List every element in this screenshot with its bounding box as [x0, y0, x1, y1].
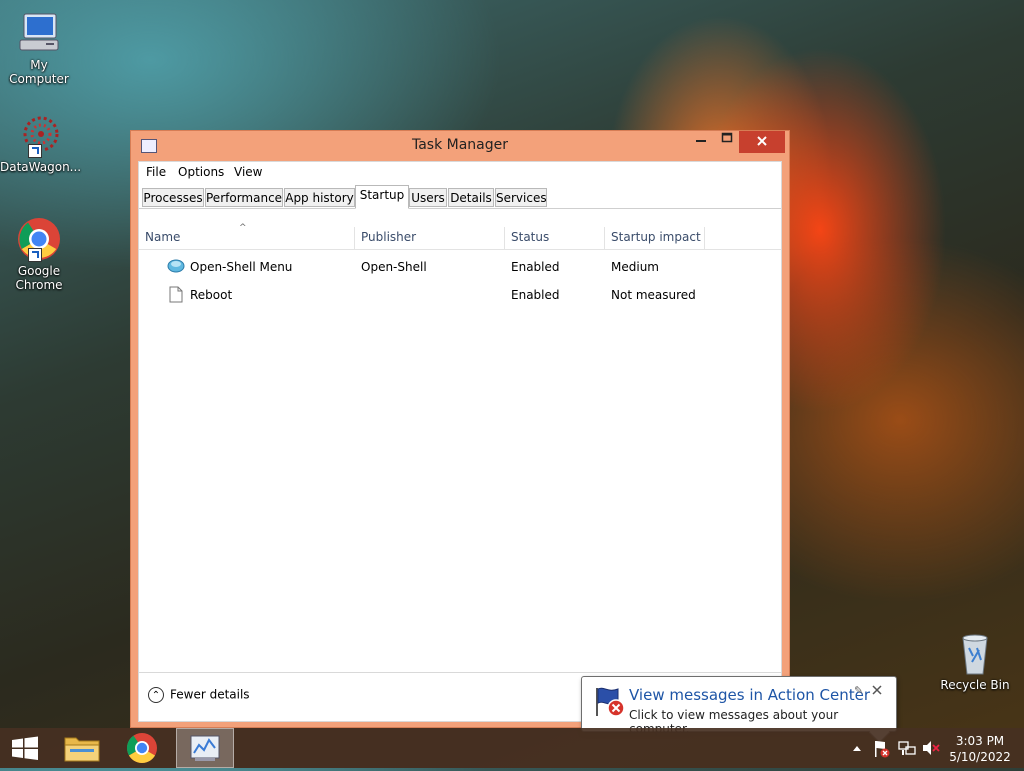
notification-close-button[interactable] — [872, 684, 882, 699]
row-name: Reboot — [190, 288, 233, 302]
open-shell-icon — [167, 258, 185, 277]
menu-file[interactable]: File — [146, 165, 166, 179]
clock-date: 5/10/2022 — [949, 750, 1011, 764]
volume-muted-icon — [923, 741, 940, 755]
column-header-publisher[interactable]: Publisher — [355, 227, 505, 249]
close-icon — [872, 685, 882, 695]
menu-options[interactable]: Options — [178, 165, 224, 179]
volume-tray-icon[interactable] — [920, 728, 942, 768]
column-header-name[interactable]: Name — [139, 227, 355, 249]
fewer-details-label: Fewer details — [170, 687, 250, 702]
desktop-icon-recycle-bin[interactable]: Recycle Bin — [936, 630, 1014, 692]
tab-strip: Processes Performance App history Startu… — [139, 184, 781, 209]
chevron-up-icon — [853, 746, 861, 751]
column-header-status[interactable]: Status — [505, 227, 605, 249]
notification-title[interactable]: View messages in Action Center — [629, 686, 870, 704]
computer-icon — [16, 10, 62, 56]
shortcut-arrow-icon — [28, 248, 42, 262]
menu-view[interactable]: View — [234, 165, 262, 179]
tab-processes[interactable]: Processes — [142, 188, 204, 207]
tab-users[interactable]: Users — [409, 188, 447, 207]
row-status: Enabled — [511, 288, 560, 302]
action-center-flag-icon — [592, 686, 626, 721]
shortcut-arrow-icon — [28, 144, 42, 158]
column-header-startup-impact[interactable]: Startup impact — [605, 227, 705, 249]
header-divider — [139, 249, 781, 250]
fewer-details-button[interactable]: ⌃ Fewer details — [148, 687, 250, 703]
windows-logo-icon — [12, 736, 38, 760]
action-center-tray-icon[interactable] — [870, 728, 892, 768]
close-button[interactable] — [739, 131, 785, 153]
tab-performance[interactable]: Performance — [205, 188, 283, 207]
desktop-icon-google-chrome[interactable]: Google Chrome — [0, 216, 78, 292]
recycle-bin-icon — [952, 630, 998, 676]
network-tray-icon[interactable] — [896, 728, 918, 768]
file-icon — [169, 286, 183, 306]
row-startup-impact: Not measured — [611, 288, 696, 302]
task-manager-icon — [190, 735, 220, 761]
row-status: Enabled — [511, 260, 560, 274]
desktop-icon-datawagon[interactable]: DataWagon... — [0, 112, 82, 174]
chrome-taskbar-button[interactable] — [116, 728, 168, 768]
desktop-icon-label: My Computer — [9, 58, 69, 86]
taskbar: 3:03 PM 5/10/2022 — [0, 728, 1024, 768]
table-row[interactable]: Open-Shell Menu Open-Shell Enabled Mediu… — [139, 254, 781, 280]
desktop-icon-label: Recycle Bin — [940, 678, 1010, 692]
chevron-up-icon: ⌃ — [148, 687, 164, 703]
tab-startup[interactable]: Startup — [355, 185, 409, 209]
task-manager-client: File Options View Processes Performance … — [138, 161, 782, 722]
chrome-icon — [126, 733, 157, 764]
tab-app-history[interactable]: App history — [284, 188, 355, 207]
minimize-button[interactable] — [687, 131, 715, 153]
desktop-icon-my-computer[interactable]: My Computer — [0, 10, 78, 86]
show-hidden-icons-button[interactable] — [850, 728, 864, 768]
tab-services[interactable]: Services — [495, 188, 547, 207]
row-publisher: Open-Shell — [361, 260, 427, 274]
tab-details[interactable]: Details — [448, 188, 494, 207]
action-center-notification[interactable]: View messages in Action Center Click to … — [581, 676, 897, 736]
network-icon — [898, 741, 916, 755]
taskbar-clock[interactable]: 3:03 PM 5/10/2022 — [944, 733, 1016, 765]
title-bar[interactable]: Task Manager — [131, 131, 789, 161]
row-startup-impact: Medium — [611, 260, 659, 274]
start-button[interactable] — [0, 728, 52, 768]
close-icon — [757, 136, 767, 146]
folder-icon — [64, 737, 100, 762]
row-name: Open-Shell Menu — [190, 260, 293, 274]
task-manager-taskbar-button[interactable] — [176, 728, 234, 768]
maximize-button[interactable] — [713, 131, 741, 153]
pin-icon[interactable]: ✎ — [854, 684, 863, 697]
table-row[interactable]: Reboot Enabled Not measured — [139, 282, 781, 308]
datawagon-icon — [16, 112, 62, 158]
desktop-icon-label: Google Chrome — [15, 264, 63, 292]
desktop-icon-label: DataWagon... — [0, 160, 82, 174]
maximize-icon — [721, 132, 733, 143]
minimize-icon — [696, 140, 706, 142]
chrome-icon — [16, 216, 62, 262]
task-manager-window[interactable]: Task Manager File Options View Processes… — [130, 130, 790, 728]
menu-bar: File Options View — [139, 162, 781, 184]
file-explorer-taskbar-button[interactable] — [56, 728, 108, 768]
clock-time: 3:03 PM — [955, 734, 1005, 748]
flag-error-icon — [875, 741, 890, 758]
